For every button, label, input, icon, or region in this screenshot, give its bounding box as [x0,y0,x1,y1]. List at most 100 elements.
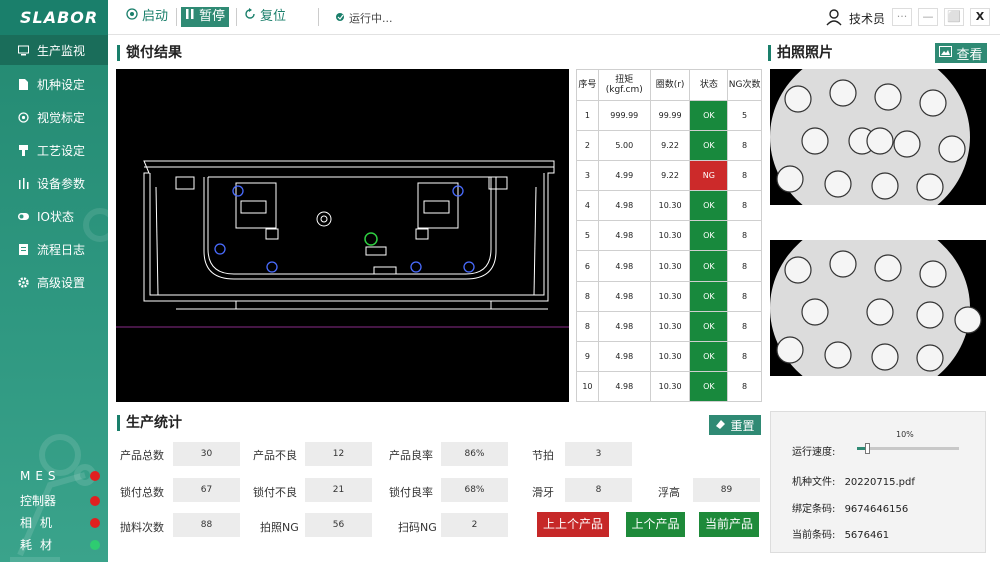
cell-status: OK [689,190,729,222]
current-barcode-value: 5676461 [844,530,890,541]
pause-label: 暂停 [199,9,226,24]
cad-drawing [116,160,569,328]
stat-label: 锁付良率 [389,486,433,499]
table-row: 3 4.99 9.22 NG 8 [576,160,762,192]
cell-status: OK [689,340,729,372]
status-label: 耗材 [20,538,61,552]
photos-title: 拍照照片 [768,45,833,61]
pause-button[interactable]: 暂停 [181,7,230,27]
minimize-button[interactable]: — [918,8,938,26]
stat-value: 89 [693,478,760,502]
status-mes: MES [20,469,100,483]
prev-prev-product-button[interactable]: 上上个产品 [537,512,609,537]
stat-value: 21 [305,478,372,502]
cell-turns: 99.99 [649,99,691,132]
start-button[interactable]: 启动 [122,7,172,27]
gear-icon [18,276,29,288]
sidebar-item-process-log[interactable]: 流程日志 [0,234,108,264]
photo-image [770,240,982,376]
cell-status: OK [689,220,729,252]
photo-image [770,69,970,205]
speed-value: 10% [896,430,914,439]
prev-product-button[interactable]: 上个产品 [626,512,685,537]
stat-label: 节拍 [532,449,554,462]
stat-value: 30 [173,442,240,466]
table-row: 5 4.98 10.30 OK 8 [576,220,762,252]
cell-status: OK [689,310,729,342]
reset-stats-label: 重置 [730,418,755,433]
cell-no: 6 [576,250,599,282]
cell-torque: 4.98 [597,370,651,403]
status-consumables: 耗材 [20,536,100,553]
reset-stats-button[interactable]: 重置 [709,415,761,435]
speed-label: 运行速度: [792,447,836,458]
sidebar-item-label: 工艺设定 [37,143,86,158]
cell-no: 1 [576,99,599,132]
sidebar-item-production-monitor[interactable]: 生产监视 [0,35,108,65]
stat-label: 滑牙 [532,486,554,499]
image-icon [939,45,953,61]
col-header: 扭矩(kgf.cm) [597,69,651,101]
stat-value: 68% [441,478,508,502]
cell-torque: 4.99 [597,160,651,192]
start-icon [126,7,138,27]
sidebar-item-device-params[interactable]: 设备参数 [0,168,108,198]
sidebar-item-io-status[interactable]: IO状态 [0,201,108,231]
reset-button[interactable]: 复位 [240,7,290,27]
cell-no: 9 [576,340,599,372]
status-dot [90,539,100,550]
speed-slider[interactable] [857,443,959,454]
stat-value: 56 [305,513,372,537]
model-file-value: 20220715.pdf [844,477,915,488]
sidebar-item-label: 流程日志 [37,242,86,257]
view-photos-button[interactable]: 查看 [935,43,987,63]
cell-ng-count: 8 [727,220,762,252]
table-row: 6 4.98 10.30 OK 8 [576,250,762,282]
sidebar-item-advanced-settings[interactable]: 高级设置 [0,267,108,297]
cell-torque: 4.98 [597,340,651,372]
workpiece-drawing [116,69,569,402]
photo-2 [770,240,986,376]
sidebar-item-vision-calibration[interactable]: 视觉标定 [0,102,108,132]
sidebar-item-model-settings[interactable]: 机种设定 [0,69,108,99]
current-barcode-row: 当前条码: 5676461 [792,526,889,541]
stat-label: 扫码NG [398,521,437,534]
status-dot [90,471,100,481]
toggle-icon [18,211,29,222]
target-icon [18,111,29,123]
cell-ng-count: 8 [727,310,762,342]
cell-turns: 9.22 [649,130,691,162]
cell-no: 2 [576,130,599,162]
user-menu[interactable]: 技术员 [825,8,885,29]
table-row: 1 999.99 99.99 OK 5 [576,99,762,132]
sidebar-item-label: IO状态 [37,209,74,224]
cell-status: NG [689,160,729,192]
cell-no: 8 [576,280,599,312]
sidebar-item-label: 机种设定 [37,77,86,92]
bound-barcode-value: 9674646156 [844,504,909,515]
run-status-text: 运行中... [349,12,393,25]
cell-torque: 4.98 [597,220,651,252]
cell-turns: 10.30 [649,310,691,342]
maximize-button[interactable]: ⬜ [944,8,964,26]
current-product-button[interactable]: 当前产品 [699,512,759,537]
cell-turns: 10.30 [649,220,691,252]
stat-value: 88 [173,513,240,537]
bound-barcode-row: 绑定条码: 9674646156 [792,500,908,515]
cell-torque: 4.98 [597,310,651,342]
stat-value: 8 [565,478,632,502]
cell-turns: 10.30 [649,340,691,372]
close-button[interactable]: X [970,8,990,26]
bound-barcode-label: 绑定条码: [792,504,836,515]
top-bar: SLABOR 启动 暂停 复位 运行中... 技术员 ··· — ⬜ X [0,0,1000,35]
result-table: 序号 扭矩(kgf.cm) 圈数(r) 状态 NG次数 1 999.99 99.99… [576,69,762,403]
speed-slider-thumb[interactable] [865,443,871,454]
reset-label: 复位 [260,9,287,24]
cell-torque: 4.98 [597,190,651,222]
cell-no: 8 [576,310,599,342]
table-header-row: 序号 扭矩(kgf.cm) 圈数(r) 状态 NG次数 [576,69,762,101]
stat-label: 锁付总数 [120,486,164,499]
more-button[interactable]: ··· [892,8,912,26]
sidebar-item-process-settings[interactable]: 工艺设定 [0,135,108,165]
col-header: NG次数 [727,69,762,101]
